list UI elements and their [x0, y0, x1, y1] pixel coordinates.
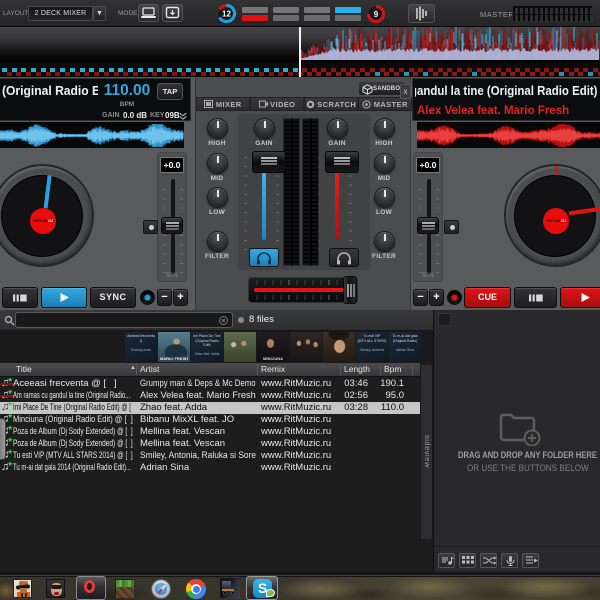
svg-text:9: 9	[374, 10, 379, 19]
svg-text:12: 12	[222, 10, 231, 19]
